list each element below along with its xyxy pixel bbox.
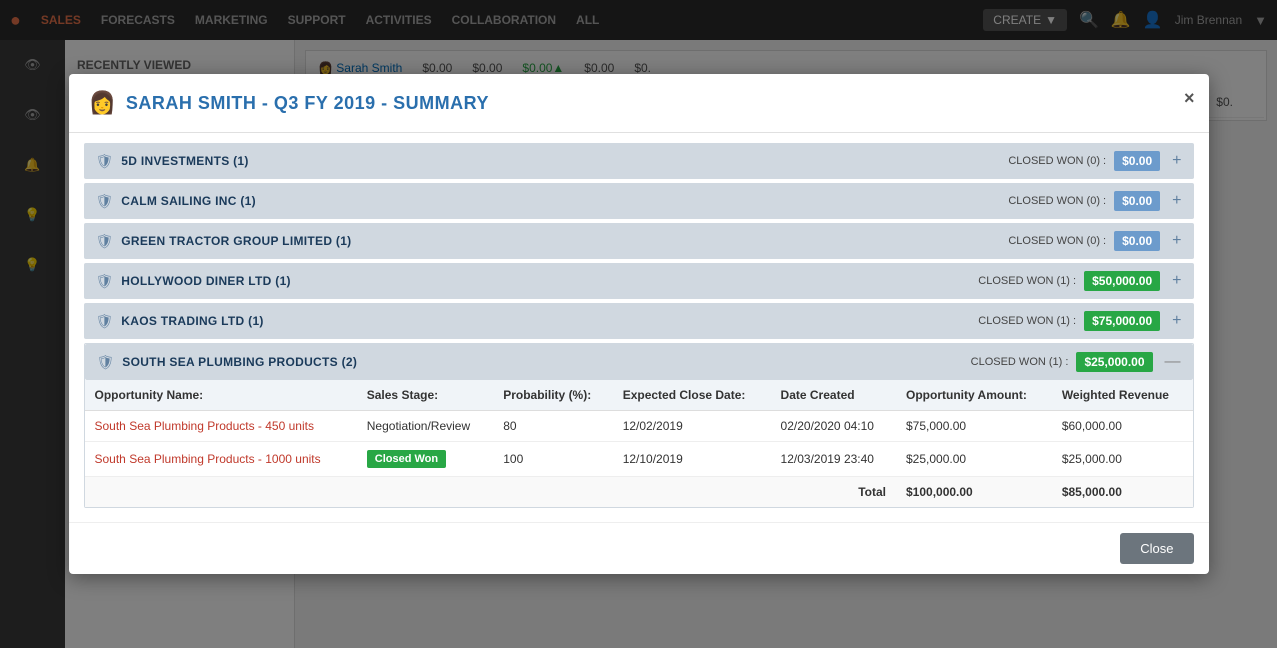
- add-button-calm[interactable]: +: [1172, 192, 1181, 210]
- col-date-created: Date Created: [771, 380, 896, 411]
- table-row-1: South Sea Plumbing Products - 450 units …: [85, 411, 1193, 442]
- probability-1: 80: [493, 411, 612, 442]
- account-row-calm[interactable]: 🛡 CALM SAILING INC (1) CLOSED WON (0) : …: [84, 183, 1194, 219]
- closed-won-badge: Closed Won: [367, 450, 446, 468]
- modal-overlay: 👩 SARAH SMITH - Q3 FY 2019 - SUMMARY × 🛡…: [0, 0, 1277, 648]
- account-right-5d: CLOSED WON (0) : $0.00 +: [1008, 151, 1181, 171]
- total-label-cell: Total: [85, 477, 897, 508]
- modal-footer: Close: [69, 522, 1209, 574]
- probability-2: 100: [493, 442, 612, 477]
- modal-header-icon: 👩: [89, 90, 116, 116]
- amount-2: $25,000.00: [896, 442, 1052, 477]
- shield-icon-calm: 🛡: [96, 193, 114, 210]
- account-row-hollywood[interactable]: 🛡 HOLLYWOOD DINER LTD (1) CLOSED WON (1)…: [84, 263, 1194, 299]
- close-date-2: 12/10/2019: [613, 442, 771, 477]
- modal: 👩 SARAH SMITH - Q3 FY 2019 - SUMMARY × 🛡…: [69, 74, 1209, 574]
- account-row-5d[interactable]: 🛡 5D INVESTMENTS (1) CLOSED WON (0) : $0…: [84, 143, 1194, 179]
- account-amount-5d: $0.00: [1114, 151, 1160, 171]
- account-stage-south-sea: CLOSED WON (1) :: [971, 356, 1069, 368]
- account-stage-green: CLOSED WON (0) :: [1008, 235, 1106, 247]
- sales-stage-2: Closed Won: [357, 442, 493, 477]
- col-weighted: Weighted Revenue: [1052, 380, 1193, 411]
- account-amount-green: $0.00: [1114, 231, 1160, 251]
- modal-close-button[interactable]: ×: [1184, 88, 1195, 109]
- col-sales-stage: Sales Stage:: [357, 380, 493, 411]
- opp-name-2[interactable]: South Sea Plumbing Products - 1000 units: [85, 442, 357, 477]
- account-amount-hollywood: $50,000.00: [1084, 271, 1160, 291]
- account-stage-calm: CLOSED WON (0) :: [1008, 195, 1106, 207]
- account-name-green: GREEN TRACTOR GROUP LIMITED (1): [121, 234, 1008, 248]
- footer-close-button[interactable]: Close: [1120, 533, 1193, 564]
- total-weighted: $85,000.00: [1052, 477, 1193, 508]
- account-stage-5d: CLOSED WON (0) :: [1008, 155, 1106, 167]
- account-row-green[interactable]: 🛡 GREEN TRACTOR GROUP LIMITED (1) CLOSED…: [84, 223, 1194, 259]
- account-name-5d: 5D INVESTMENTS (1): [121, 154, 1008, 168]
- shield-icon-green: 🛡: [96, 233, 114, 250]
- col-probability: Probability (%):: [493, 380, 612, 411]
- weighted-1: $60,000.00: [1052, 411, 1193, 442]
- date-created-1: 02/20/2020 04:10: [771, 411, 896, 442]
- total-amount: $100,000.00: [896, 477, 1052, 508]
- account-name-calm: CALM SAILING INC (1): [121, 194, 1008, 208]
- account-amount-kaos: $75,000.00: [1084, 311, 1160, 331]
- opportunities-table: Opportunity Name: Sales Stage: Probabili…: [85, 380, 1193, 507]
- table-total-row: Total $100,000.00 $85,000.00: [85, 477, 1193, 508]
- shield-icon-south-sea: 🛡: [97, 354, 115, 371]
- collapse-button-south-sea[interactable]: —: [1165, 353, 1181, 371]
- account-right-south-sea: CLOSED WON (1) : $25,000.00 —: [971, 352, 1181, 372]
- add-button-green[interactable]: +: [1172, 232, 1181, 250]
- account-right-green: CLOSED WON (0) : $0.00 +: [1008, 231, 1181, 251]
- close-date-1: 12/02/2019: [613, 411, 771, 442]
- col-close-date: Expected Close Date:: [613, 380, 771, 411]
- account-stage-hollywood: CLOSED WON (1) :: [978, 275, 1076, 287]
- modal-header: 👩 SARAH SMITH - Q3 FY 2019 - SUMMARY ×: [69, 74, 1209, 133]
- sales-stage-1: Negotiation/Review: [357, 411, 493, 442]
- account-right-calm: CLOSED WON (0) : $0.00 +: [1008, 191, 1181, 211]
- shield-icon-kaos: 🛡: [96, 313, 114, 330]
- account-name-hollywood: HOLLYWOOD DINER LTD (1): [121, 274, 978, 288]
- account-row-south-sea[interactable]: 🛡 SOUTH SEA PLUMBING PRODUCTS (2) CLOSED…: [85, 344, 1193, 380]
- account-amount-calm: $0.00: [1114, 191, 1160, 211]
- date-created-2: 12/03/2019 23:40: [771, 442, 896, 477]
- shield-icon-5d: 🛡: [96, 153, 114, 170]
- expanded-section-south-sea: 🛡 SOUTH SEA PLUMBING PRODUCTS (2) CLOSED…: [84, 343, 1194, 508]
- opp-name-1[interactable]: South Sea Plumbing Products - 450 units: [85, 411, 357, 442]
- add-button-5d[interactable]: +: [1172, 152, 1181, 170]
- table-row-2: South Sea Plumbing Products - 1000 units…: [85, 442, 1193, 477]
- amount-1: $75,000.00: [896, 411, 1052, 442]
- weighted-2: $25,000.00: [1052, 442, 1193, 477]
- col-amount: Opportunity Amount:: [896, 380, 1052, 411]
- account-amount-south-sea: $25,000.00: [1076, 352, 1152, 372]
- col-opp-name: Opportunity Name:: [85, 380, 357, 411]
- account-name-kaos: KAOS TRADING LTD (1): [121, 314, 978, 328]
- add-button-kaos[interactable]: +: [1172, 312, 1181, 330]
- account-name-south-sea: SOUTH SEA PLUMBING PRODUCTS (2): [122, 355, 970, 369]
- account-stage-kaos: CLOSED WON (1) :: [978, 315, 1076, 327]
- account-right-kaos: CLOSED WON (1) : $75,000.00 +: [978, 311, 1181, 331]
- shield-icon-hollywood: 🛡: [96, 273, 114, 290]
- modal-body: 🛡 5D INVESTMENTS (1) CLOSED WON (0) : $0…: [69, 133, 1209, 522]
- account-right-hollywood: CLOSED WON (1) : $50,000.00 +: [978, 271, 1181, 291]
- add-button-hollywood[interactable]: +: [1172, 272, 1181, 290]
- account-row-kaos[interactable]: 🛡 KAOS TRADING LTD (1) CLOSED WON (1) : …: [84, 303, 1194, 339]
- modal-title: SARAH SMITH - Q3 FY 2019 - SUMMARY: [126, 93, 489, 114]
